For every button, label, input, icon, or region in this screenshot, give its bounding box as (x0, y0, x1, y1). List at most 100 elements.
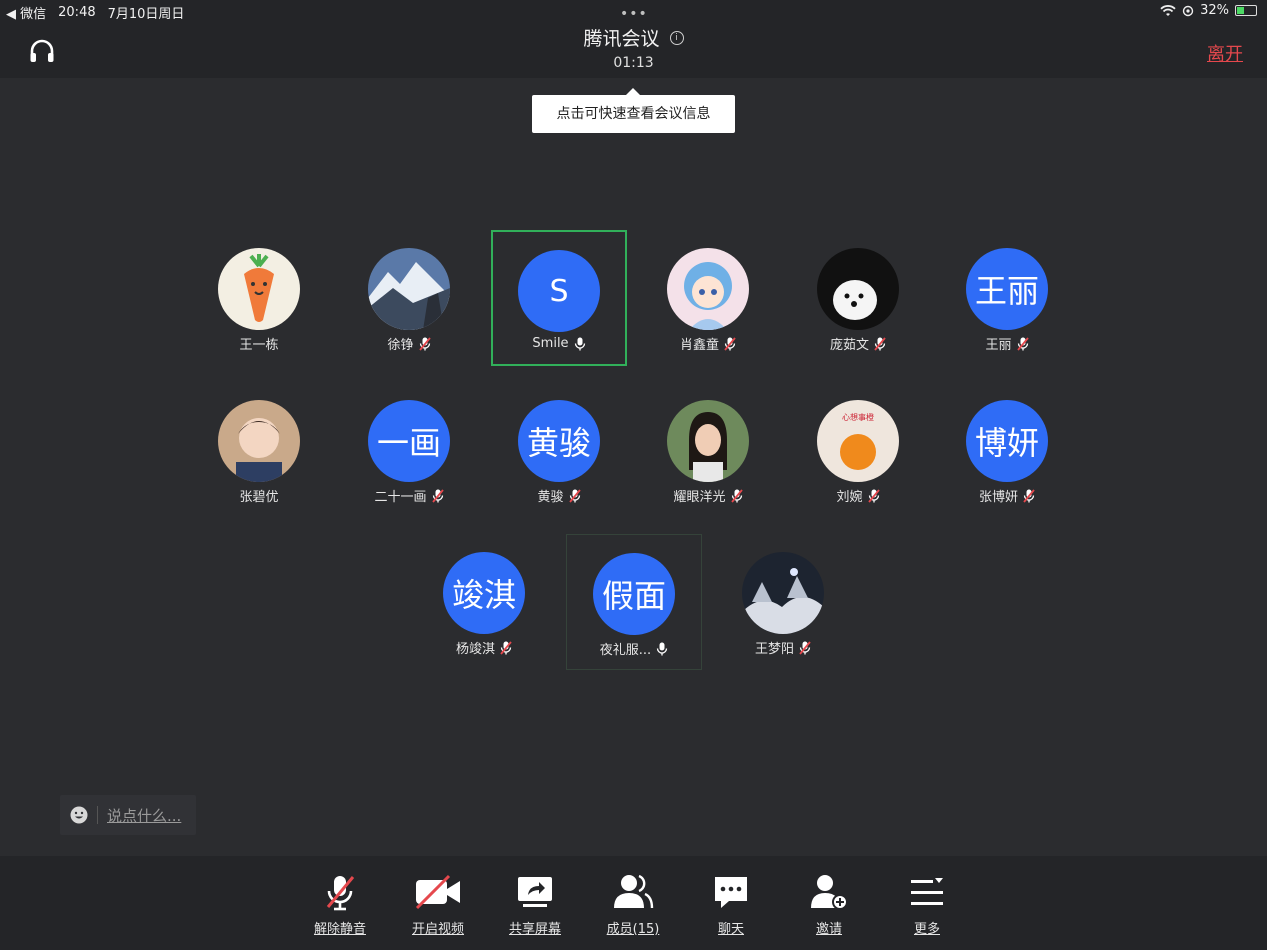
invite-user-icon (811, 875, 848, 910)
start-video-label: 开启视频 (411, 922, 464, 937)
participant-tile[interactable]: 庞茹文 (790, 230, 926, 366)
orientation-lock-icon (1182, 5, 1194, 16)
more-button[interactable]: 更多 (892, 872, 962, 937)
participant-tile[interactable]: 王丽 王丽 (939, 230, 1075, 366)
participant-tile[interactable]: 耀眼洋光 (640, 382, 776, 518)
chat-label: 聊天 (717, 922, 744, 937)
mic-muted-icon (418, 336, 431, 351)
participant-tile[interactable]: 竣淇杨竣淇 (416, 534, 552, 670)
battery-icon (1235, 5, 1257, 16)
participant-tile[interactable]: 心想事橙刘婉 (790, 382, 926, 518)
unmute-button[interactable]: 解除静音 (305, 872, 375, 937)
child-avatar (218, 400, 300, 482)
participant-name-row: 王一栋 (191, 334, 327, 353)
woman-avatar (667, 400, 749, 482)
chat-input[interactable]: 说点什么... (60, 795, 196, 835)
mic-muted-icon (568, 488, 581, 503)
participant-name: 王一栋 (239, 338, 279, 353)
mic-muted-icon (724, 336, 736, 351)
chat-separator (97, 806, 98, 824)
more-dots-icon[interactable]: ••• (620, 6, 648, 22)
mic-muted-icon (500, 640, 512, 655)
participant-name-row: 耀眼洋光 (640, 486, 776, 505)
participant-name: 杨竣淇 (455, 642, 495, 657)
members-label: 成员(15) (606, 922, 660, 937)
members-button[interactable]: 成员(15) (598, 872, 668, 937)
avatar: S (518, 250, 600, 332)
participant-tile[interactable]: 一画 二十一画 (341, 382, 477, 518)
bottom-toolbar: 解除静音 开启视频 共享屏幕 成员(15) 聊天 邀请 更多 (0, 856, 1267, 950)
avatar: 一画 (368, 400, 450, 482)
participant-tile[interactable]: 王一栋 (191, 230, 327, 366)
participant-name: 徐铮 (387, 338, 414, 353)
participant-tile[interactable]: 徐铮 (341, 230, 477, 366)
participant-name: 耀眼洋光 (673, 490, 726, 505)
mic-muted-icon (326, 876, 355, 911)
participant-name-row: 肖鑫童 (640, 334, 776, 353)
meeting-title[interactable]: 腾讯会议 (583, 24, 659, 51)
mountain-avatar (368, 248, 450, 330)
avatar: 假面 (593, 553, 675, 635)
anime-girl-avatar (667, 248, 749, 330)
participant-tile[interactable]: 黄骏 黄骏 (491, 382, 627, 518)
back-to-wechat[interactable]: ◀ 微信 (6, 3, 46, 22)
more-label: 更多 (913, 922, 940, 937)
participant-name: 张碧优 (239, 490, 279, 505)
participant-name: 庞茹文 (829, 338, 869, 353)
participant-tile[interactable]: 假面夜礼服... (566, 534, 702, 670)
wifi-icon (1160, 4, 1176, 16)
mic-muted-icon (867, 488, 880, 503)
invite-label: 邀请 (815, 922, 842, 937)
participant-name-row: 二十一画 (341, 486, 477, 505)
status-bar: ◀ 微信 20:48 7月10日周日 ••• 32% (0, 0, 1267, 24)
meeting-info-tooltip[interactable]: 点击可快速查看会议信息 (532, 88, 735, 133)
participant-name-row: 王梦阳 (715, 638, 851, 657)
participant-tile[interactable]: 博妍 张博妍 (939, 382, 1075, 518)
status-date: 7月10日周日 (107, 7, 185, 22)
participant-name: 刘婉 (836, 490, 863, 505)
participant-tile[interactable]: 张碧优 (191, 382, 327, 518)
participant-name: Smile (532, 336, 569, 351)
participant-name-row: 黄骏 (491, 486, 627, 505)
avatar: 竣淇 (443, 552, 525, 634)
carrot-avatar (218, 248, 300, 330)
participant-name-row: 徐铮 (341, 334, 477, 353)
participant-name-row: 庞茹文 (790, 334, 926, 353)
participant-name-row: 夜礼服... (567, 639, 701, 658)
status-time: 20:48 (58, 5, 96, 20)
participant-name: 黄骏 (537, 490, 564, 505)
mic-on-icon (657, 642, 668, 655)
info-icon[interactable]: i (669, 30, 684, 45)
members-icon (614, 874, 654, 909)
chat-placeholder[interactable]: 说点什么... (107, 805, 181, 826)
participant-tile[interactable]: 肖鑫童 (640, 230, 776, 366)
meeting-title-area[interactable]: 腾讯会议 i 01:13 (0, 24, 1267, 71)
orange-avatar: 心想事橙 (817, 400, 899, 482)
unmute-label: 解除静音 (313, 922, 366, 937)
leave-button[interactable]: 离开 (1207, 40, 1243, 66)
participant-name: 张博妍 (978, 490, 1018, 505)
battery-percent: 32% (1200, 3, 1229, 18)
participant-tile[interactable]: 王梦阳 (715, 534, 851, 670)
emoji-icon[interactable] (70, 806, 88, 824)
participant-name-row: 张博妍 (939, 486, 1075, 505)
share-screen-button[interactable]: 共享屏幕 (500, 872, 570, 937)
mic-muted-icon (1023, 488, 1035, 503)
mic-muted-icon (874, 336, 886, 351)
participant-name-row: 杨竣淇 (416, 638, 552, 657)
more-menu-icon (911, 878, 943, 905)
camera-off-icon (415, 874, 460, 910)
avatar: 王丽 (966, 248, 1048, 330)
snow-tree-avatar (742, 552, 824, 634)
participant-name-row: 刘婉 (790, 486, 926, 505)
chat-bubble-icon (715, 877, 747, 908)
chat-button[interactable]: 聊天 (696, 872, 766, 937)
mic-muted-icon (1016, 336, 1029, 351)
participant-tile[interactable]: S Smile (491, 230, 627, 366)
start-video-button[interactable]: 开启视频 (403, 872, 473, 937)
share-screen-label: 共享屏幕 (508, 922, 561, 937)
mic-muted-icon (799, 640, 811, 655)
participant-name: 肖鑫童 (679, 338, 719, 353)
invite-button[interactable]: 邀请 (794, 872, 864, 937)
participant-name-row: 王丽 (939, 334, 1075, 353)
